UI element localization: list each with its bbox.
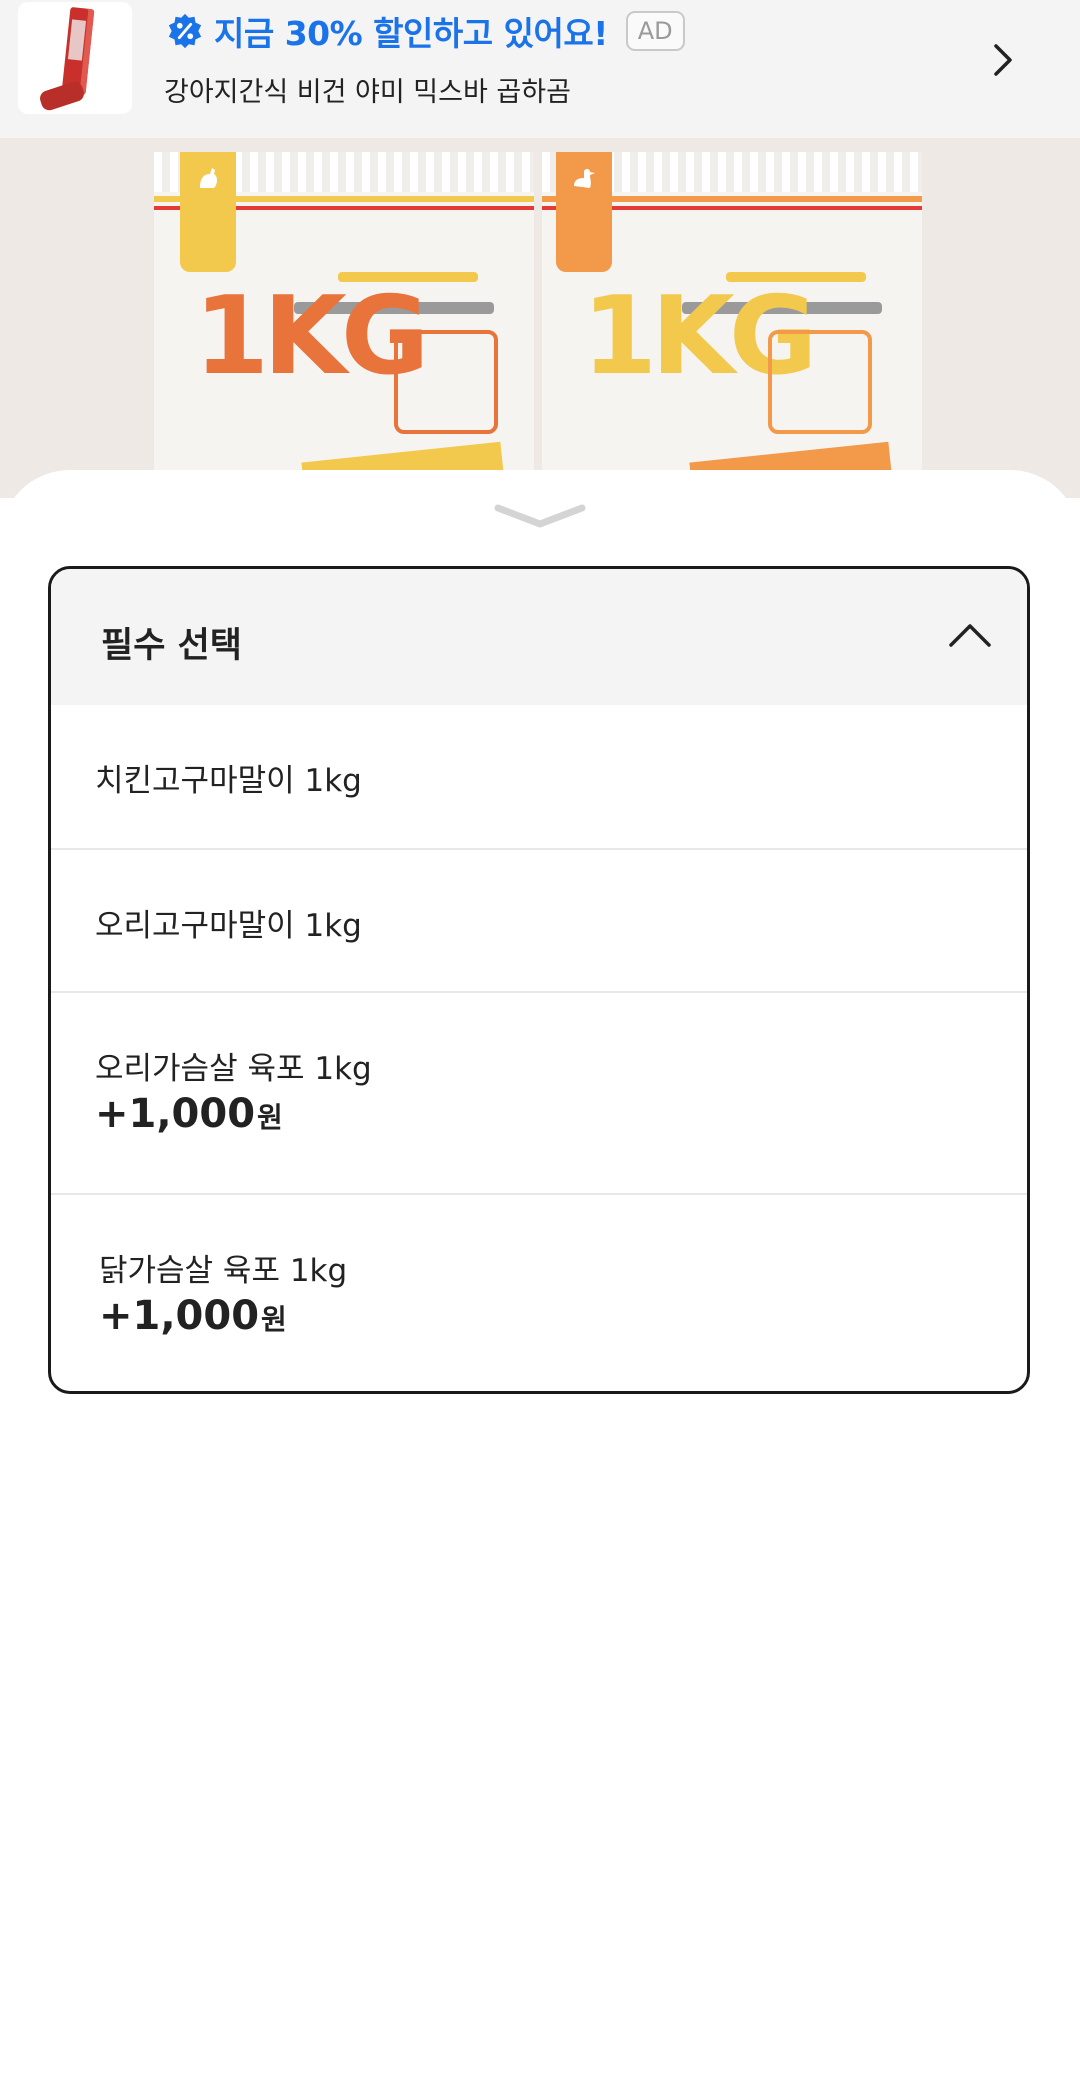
chevron-right-icon[interactable] — [978, 36, 1026, 84]
option-price-unit: 원 — [257, 1101, 283, 1134]
product-pack-chicken: 1KG — [154, 152, 534, 498]
option-item[interactable]: 닭가슴살 육포 1kg +1,000 원 — [51, 1193, 1027, 1391]
option-price-amount: +1,000 — [99, 1293, 260, 1339]
ad-product-thumbnail — [18, 2, 132, 114]
option-name: 닭가슴살 육포 1kg — [99, 1253, 348, 1289]
section-title: 필수 선택 — [101, 626, 242, 666]
pack-subtitle-box — [768, 330, 872, 434]
product-image: 1KG 1KG — [0, 138, 1080, 498]
chevron-up-icon[interactable] — [947, 615, 993, 655]
discount-percent-icon — [168, 13, 202, 49]
required-option-panel: 필수 선택 치킨고구마말이 1kg 오리고구마말이 1kg 오리가슴살 육포 1… — [48, 566, 1030, 1394]
ad-badge: AD — [625, 11, 685, 51]
sheet-collapse-handle-icon[interactable] — [490, 500, 590, 536]
chicken-icon — [200, 168, 217, 188]
option-price: +1,000 원 — [95, 1091, 283, 1137]
option-price-unit: 원 — [261, 1303, 287, 1336]
pack-weight: 1KG — [194, 274, 429, 399]
option-name: 치킨고구마말이 1kg — [95, 763, 362, 799]
ad-headline: 지금 30% 할인하고 있어요! AD — [166, 8, 685, 54]
option-bottom-sheet: 필수 선택 치킨고구마말이 1kg 오리고구마말이 1kg 오리가슴살 육포 1… — [0, 470, 1080, 2089]
option-item[interactable]: 치킨고구마말이 1kg — [51, 705, 1027, 848]
ad-headline-text: 지금 30% 할인하고 있어요! — [214, 14, 608, 53]
option-price-amount: +1,000 — [95, 1091, 256, 1137]
ad-banner[interactable]: 지금 30% 할인하고 있어요! AD 강아지간식 비건 야미 믹스바 곱하곰 — [0, 0, 1080, 138]
option-panel-header[interactable]: 필수 선택 — [51, 569, 1027, 705]
option-name: 오리가슴살 육포 1kg — [95, 1051, 372, 1087]
brand-tag — [556, 152, 612, 272]
option-name: 오리고구마말이 1kg — [95, 908, 362, 944]
pack-subtitle-box — [394, 330, 498, 434]
brand-tag — [180, 152, 236, 272]
product-pack-duck: 1KG — [542, 152, 922, 498]
option-item[interactable]: 오리고구마말이 1kg — [51, 848, 1027, 991]
option-price: +1,000 원 — [99, 1293, 287, 1339]
option-item[interactable]: 오리가슴살 육포 1kg +1,000 원 — [51, 991, 1027, 1193]
duck-icon — [574, 169, 595, 188]
ad-subtitle: 강아지간식 비건 야미 믹스바 곱하곰 — [164, 77, 571, 108]
